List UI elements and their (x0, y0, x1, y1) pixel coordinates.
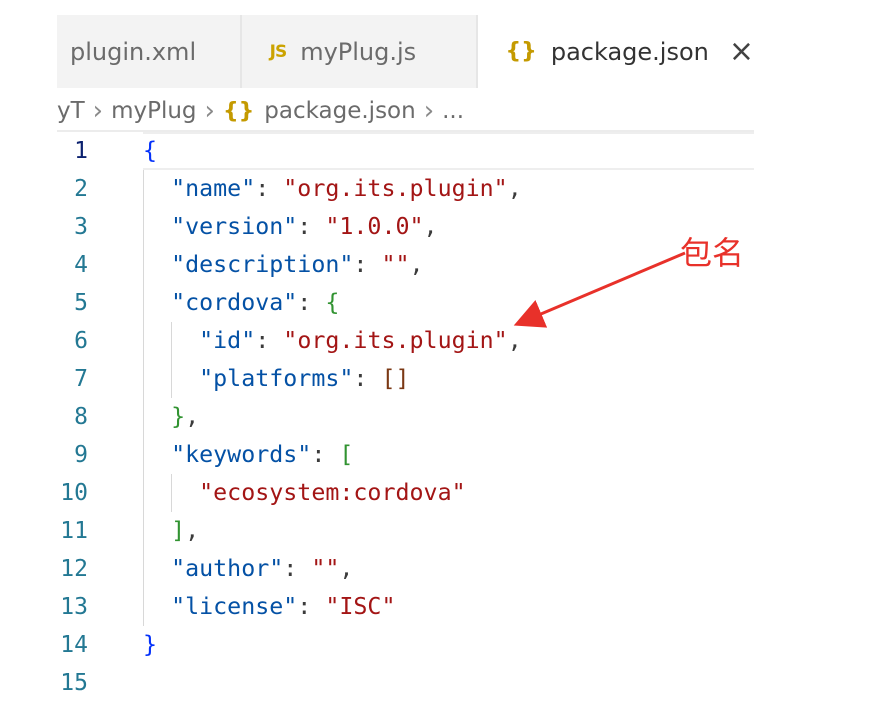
annotation-arrow (513, 251, 686, 328)
arrow-line (513, 251, 686, 328)
